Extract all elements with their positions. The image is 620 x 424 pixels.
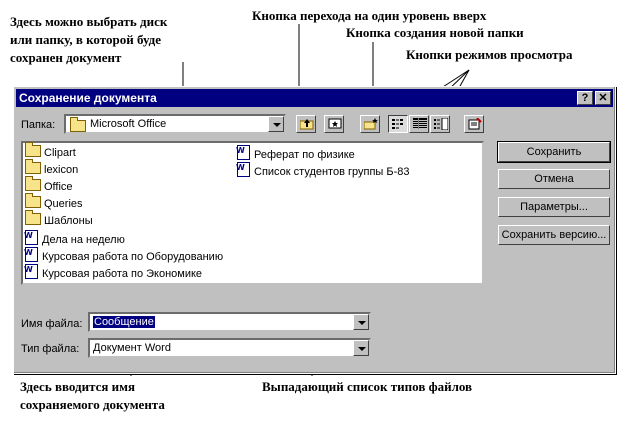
details-view-button[interactable] [409,115,429,133]
folder-icon [25,193,41,208]
tools-button[interactable] [464,115,484,133]
annotation-new-folder: Кнопка создания новой папки [346,25,524,40]
up-one-level-button[interactable] [296,115,316,133]
folder-icon [25,142,41,157]
list-view-icon [392,119,403,129]
save-button[interactable]: Сохранить [497,141,611,163]
cancel-button[interactable]: Отмена [498,169,610,189]
word-document-icon [24,262,38,279]
details-view-icon [413,118,427,129]
list-item[interactable]: Курсовая работа по Оборудованию [24,245,223,263]
annotation-drive-folder: Здесь можно выбрать диск или папку, в ко… [10,14,168,65]
options-button[interactable]: Параметры... [498,197,610,217]
list-view-button[interactable] [388,115,408,133]
properties-view-button[interactable] [430,115,450,133]
file-list[interactable]: Clipart lexicon Office Queries Шаблоны Д… [21,141,484,285]
new-folder-button[interactable] [360,115,380,133]
word-document-icon [236,143,250,160]
close-button[interactable]: ✕ [595,91,611,105]
filename-value: Сообщение [93,316,155,328]
properties-view-icon [434,118,448,130]
folder-select-value: Microsoft Office [90,118,167,130]
chevron-down-icon[interactable] [268,116,284,132]
help-button[interactable]: ? [577,91,593,105]
dialog-titlebar: Сохранение документа ? ✕ [16,89,613,107]
list-item[interactable]: Дела на неделю [24,228,125,246]
filetype-select[interactable]: Документ Word [88,338,371,358]
list-item[interactable]: Список студентов группы Б-83 [236,160,410,178]
folder-icon [70,117,86,132]
folder-icon [25,176,41,191]
word-document-icon [24,245,38,262]
folder-label: Папка: [21,119,56,131]
save-version-button[interactable]: Сохранить версию... [498,225,610,245]
filetype-label: Тип файла: [21,343,80,355]
list-item[interactable]: Реферат по физике [236,143,355,161]
folder-select[interactable]: Microsoft Office [64,114,286,134]
list-item[interactable]: Шаблоны [25,210,93,229]
annotation-up-one-level: Кнопка перехода на один уровень вверх [252,8,487,23]
list-item[interactable]: Курсовая работа по Экономике [24,262,202,280]
save-dialog: Сохранение документа ? ✕ Папка: Microsof… [13,86,616,374]
new-folder-icon [364,118,378,130]
annotation-filetype: Выпадающий список типов файлов [262,379,473,394]
filename-input[interactable]: Сообщение [88,312,371,332]
folder-up-icon [300,119,314,130]
word-document-icon [236,160,250,177]
filename-label: Имя файла: [21,318,83,330]
desktop-button[interactable] [324,115,344,133]
annotation-view-modes: Кнопки режимов просмотра [406,47,573,62]
folder-icon [25,159,41,174]
chevron-down-icon[interactable] [353,314,369,330]
word-document-icon [24,228,38,245]
filetype-value: Документ Word [93,342,171,354]
list-item[interactable]: Queries [25,193,83,212]
annotation-filename: Здесь вводится имя сохраняемого документ… [20,379,165,412]
chevron-down-icon[interactable] [353,340,369,356]
desktop-icon [328,118,342,129]
dialog-title: Сохранение документа [19,91,157,105]
tools-icon [468,118,482,130]
folder-icon [25,210,41,225]
